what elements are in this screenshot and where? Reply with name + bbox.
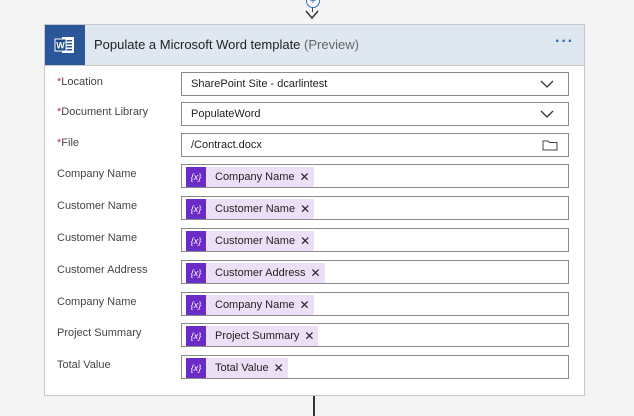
field-label-text: Company Name	[57, 168, 137, 180]
dynamic-content-input[interactable]: {x} Company Name ✕	[181, 164, 569, 188]
field-label: Total Value	[57, 359, 111, 371]
field-label: *File	[57, 137, 79, 149]
field-label-text: File	[61, 137, 80, 149]
field-label: Customer Address	[57, 264, 147, 276]
dynamic-content-input[interactable]: {x} Project Summary ✕	[181, 323, 569, 347]
file-path-field[interactable]: /Contract.docx	[181, 133, 569, 157]
remove-token-icon[interactable]: ✕	[310, 266, 320, 280]
chevron-down-icon[interactable]	[540, 109, 554, 119]
field-value: PopulateWord	[191, 108, 261, 120]
card-title: Populate a Microsoft Word template (Prev…	[94, 37, 359, 52]
variable-icon: {x}	[186, 358, 206, 378]
field-row: Customer Name {x} Customer Name ✕	[57, 196, 571, 221]
remove-token-icon[interactable]: ✕	[304, 329, 314, 343]
dynamic-token[interactable]: {x} Customer Address ✕	[186, 263, 325, 283]
dropdown-field[interactable]: SharePoint Site - dcarlintest	[181, 72, 569, 96]
action-card: W Populate a Microsoft Word template (Pr…	[44, 24, 585, 396]
variable-icon: {x}	[186, 231, 206, 251]
token-label: Total Value	[215, 362, 269, 374]
token-label: Company Name	[215, 171, 295, 183]
field-row: *Location SharePoint Site - dcarlintest	[57, 72, 571, 97]
field-value: /Contract.docx	[191, 139, 262, 151]
field-row: Company Name {x} Company Name ✕	[57, 164, 571, 189]
field-label-text: Project Summary	[57, 327, 142, 339]
field-label-text: Document Library	[61, 106, 149, 118]
card-title-text: Populate a Microsoft Word template	[94, 37, 301, 52]
field-label: Company Name	[57, 296, 136, 308]
field-row: Customer Address {x} Customer Address ✕	[57, 260, 571, 285]
field-row: Customer Name {x} Customer Name ✕	[57, 228, 571, 253]
remove-token-icon[interactable]: ✕	[299, 170, 309, 184]
field-label-text: Company Name	[57, 296, 137, 308]
folder-icon[interactable]	[542, 139, 558, 151]
field-label: *Location	[57, 76, 103, 88]
insert-step-icon[interactable]: +	[306, 0, 320, 8]
field-row: Company Name {x} Company Name ✕	[57, 292, 571, 317]
variable-icon: {x}	[186, 199, 206, 219]
variable-icon: {x}	[186, 263, 206, 283]
field-row: Total Value {x} Total Value ✕	[57, 355, 571, 380]
variable-icon: {x}	[186, 167, 206, 187]
flow-connector-bottom	[313, 396, 315, 416]
token-label: Customer Name	[215, 235, 296, 247]
dynamic-token[interactable]: {x} Company Name ✕	[186, 167, 314, 187]
card-header[interactable]: W Populate a Microsoft Word template (Pr…	[45, 25, 584, 66]
dynamic-content-input[interactable]: {x} Total Value ✕	[181, 355, 569, 379]
remove-token-icon[interactable]: ✕	[274, 361, 284, 375]
field-label-text: Total Value	[57, 359, 111, 371]
dynamic-token[interactable]: {x} Customer Name ✕	[186, 231, 315, 251]
token-label: Customer Address	[215, 267, 306, 279]
remove-token-icon[interactable]: ✕	[299, 298, 309, 312]
field-label: Project Summary	[57, 327, 141, 339]
field-row: *Document Library PopulateWord	[57, 102, 571, 127]
remove-token-icon[interactable]: ✕	[300, 202, 310, 216]
preview-label: (Preview)	[304, 37, 359, 52]
variable-icon: {x}	[186, 295, 206, 315]
remove-token-icon[interactable]: ✕	[300, 234, 310, 248]
dynamic-content-input[interactable]: {x} Customer Name ✕	[181, 228, 569, 252]
dropdown-field[interactable]: PopulateWord	[181, 102, 569, 126]
field-label: Customer Name	[57, 200, 137, 212]
field-row: *File/Contract.docx	[57, 133, 571, 158]
svg-text:W: W	[56, 41, 65, 51]
field-row: Project Summary {x} Project Summary ✕	[57, 323, 571, 348]
chevron-down-icon[interactable]	[540, 79, 554, 89]
token-label: Project Summary	[215, 330, 300, 342]
dynamic-token[interactable]: {x} Total Value ✕	[186, 358, 288, 378]
field-label-text: Customer Name	[57, 232, 138, 244]
field-label-text: Customer Name	[57, 200, 138, 212]
token-label: Company Name	[215, 299, 295, 311]
more-options-button[interactable]: ···	[555, 33, 574, 51]
field-label-text: Customer Address	[57, 264, 148, 276]
variable-icon: {x}	[186, 326, 206, 346]
word-icon: W	[45, 25, 85, 65]
dynamic-token[interactable]: {x} Company Name ✕	[186, 295, 314, 315]
dynamic-content-input[interactable]: {x} Customer Address ✕	[181, 260, 569, 284]
dynamic-content-input[interactable]: {x} Customer Name ✕	[181, 196, 569, 220]
field-label: Customer Name	[57, 232, 137, 244]
field-label: Company Name	[57, 168, 136, 180]
dynamic-token[interactable]: {x} Project Summary ✕	[186, 326, 319, 346]
dynamic-content-input[interactable]: {x} Company Name ✕	[181, 292, 569, 316]
arrow-down-icon	[305, 10, 319, 20]
field-label: *Document Library	[57, 106, 148, 118]
field-value: SharePoint Site - dcarlintest	[191, 78, 328, 90]
token-label: Customer Name	[215, 203, 296, 215]
dynamic-token[interactable]: {x} Customer Name ✕	[186, 199, 315, 219]
field-label-text: Location	[61, 76, 103, 88]
